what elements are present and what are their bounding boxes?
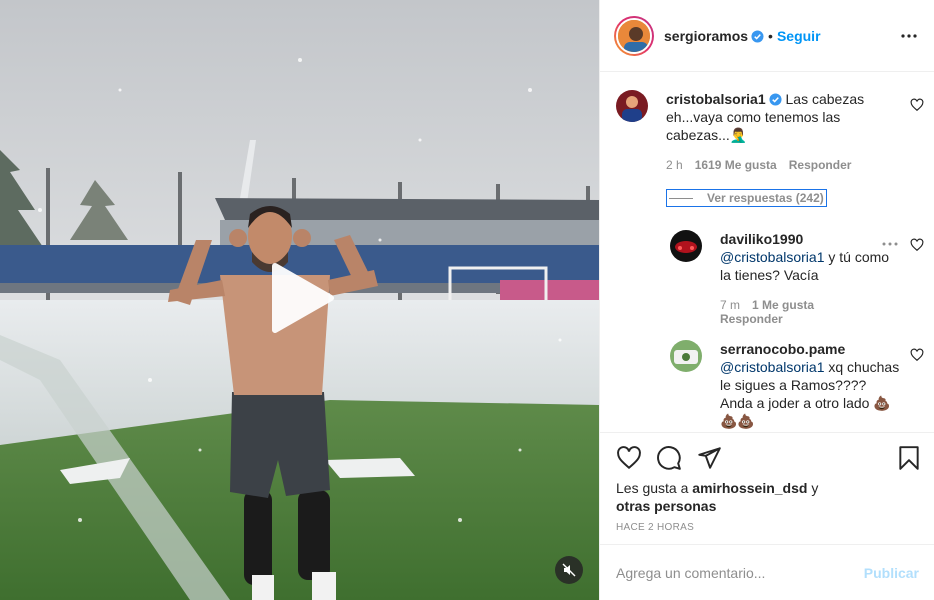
avatar-image (618, 19, 650, 52)
comment-meta: Responder (720, 312, 783, 326)
commenter-username[interactable]: serranocobo.pame (720, 341, 845, 357)
reply-button[interactable]: Responder (789, 158, 852, 172)
comment-input[interactable] (616, 564, 864, 581)
author-username-text[interactable]: sergioramos (664, 28, 748, 44)
commenter-avatar[interactable] (616, 90, 648, 122)
commenter-username[interactable]: daviliko1990 (720, 231, 803, 247)
mention-link[interactable]: @cristobalsoria1 (720, 359, 824, 375)
avatar-image (670, 230, 702, 262)
muted-speaker-icon (562, 563, 576, 577)
comment-meta: 7 m 1 Me gusta (720, 298, 814, 312)
replies-divider (669, 197, 693, 199)
reply-button[interactable]: Responder (720, 312, 783, 326)
likes-conj: y (811, 480, 819, 496)
more-options-icon[interactable] (882, 242, 898, 246)
comment-time[interactable]: 7 m (720, 298, 740, 312)
reply-text: daviliko1990 @cristobalsoria1 y tú como … (720, 230, 900, 284)
post-video[interactable] (0, 0, 599, 600)
reply-text: serranocobo.pame @cristobalsoria1 xq chu… (720, 340, 900, 430)
more-options-button[interactable] (899, 26, 919, 46)
likes-summary: Les gusta a amirhossein_dsd y otras pers… (616, 479, 916, 515)
bookmark-icon[interactable] (896, 445, 922, 471)
mute-toggle-button[interactable] (555, 556, 583, 584)
view-replies-button[interactable]: Ver respuestas (242) (666, 189, 827, 207)
mention-link[interactable]: @cristobalsoria1 (720, 249, 824, 265)
avatar-image (616, 90, 648, 122)
play-icon (272, 263, 334, 333)
comment-likes[interactable]: 1 Me gusta (752, 298, 814, 312)
play-button[interactable] (265, 262, 337, 334)
comment-meta: 2 h 1619 Me gusta Responder (666, 158, 851, 172)
avatar-image (670, 340, 702, 372)
follow-button[interactable]: Seguir (777, 28, 821, 44)
post-timestamp[interactable]: HACE 2 HORAS (616, 522, 694, 533)
comment-text: cristobalsoria1 Las cabezas eh...vaya co… (666, 90, 906, 144)
author-avatar[interactable] (614, 15, 654, 56)
add-comment-bar: Publicar (600, 544, 934, 600)
heart-icon[interactable] (910, 238, 924, 252)
comment-likes[interactable]: 1619 Me gusta (695, 158, 777, 172)
author-username[interactable]: sergioramos (664, 28, 764, 44)
post-header: sergioramos • Seguir (600, 0, 934, 72)
comment-icon[interactable] (656, 445, 682, 471)
more-options-icon (901, 34, 917, 38)
comments-list[interactable]: cristobalsoria1 Las cabezas eh...vaya co… (600, 72, 934, 432)
liker-username[interactable]: amirhossein_dsd (692, 480, 807, 496)
commenter-username[interactable]: cristobalsoria1 (666, 91, 766, 107)
commenter-avatar[interactable] (670, 230, 702, 262)
likes-prefix: Les gusta a (616, 480, 689, 496)
comment-time[interactable]: 2 h (666, 158, 683, 172)
view-replies-label: Ver respuestas (242) (707, 191, 824, 205)
post-side-panel: sergioramos • Seguir cristobalsoria1 Las… (599, 0, 934, 600)
share-icon[interactable] (696, 445, 722, 471)
verified-badge-icon (751, 29, 764, 43)
verified-badge-icon (769, 93, 782, 106)
other-likers-link[interactable]: otras personas (616, 498, 716, 514)
commenter-avatar[interactable] (670, 340, 702, 372)
publish-button[interactable]: Publicar (864, 565, 919, 581)
heart-icon[interactable] (910, 98, 924, 112)
heart-icon[interactable] (616, 445, 642, 471)
heart-icon[interactable] (910, 348, 924, 362)
header-separator: • (768, 27, 773, 44)
post-actions: Les gusta a amirhossein_dsd y otras pers… (600, 432, 934, 542)
